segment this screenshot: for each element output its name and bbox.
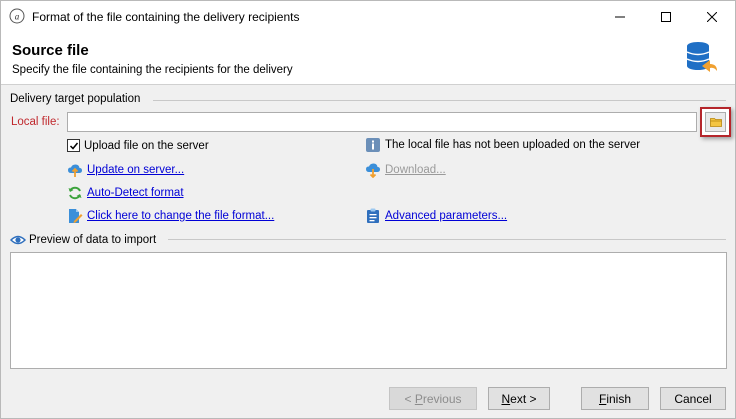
finish-button[interactable]: Finish	[581, 387, 649, 410]
eye-icon	[10, 235, 26, 245]
local-file-label: Local file:	[11, 116, 60, 128]
dialog-window: a Format of the file containing the deli…	[0, 0, 736, 419]
preview-group-label: Preview of data to import	[29, 234, 157, 246]
download-link: Download...	[385, 164, 446, 176]
checkmark-icon	[69, 142, 78, 150]
close-icon	[707, 11, 717, 22]
upload-status-message: The local file has not been uploaded on …	[385, 139, 641, 151]
previous-button: < Previous	[389, 387, 477, 410]
folder-icon	[709, 118, 722, 127]
advanced-row[interactable]: Advanced parameters...	[365, 208, 507, 224]
refresh-icon	[68, 186, 82, 200]
change-format-row[interactable]: Click here to change the file format...	[67, 208, 274, 224]
auto-detect-format-link[interactable]: Auto-Detect format	[87, 187, 184, 199]
title-bar: a Format of the file containing the deli…	[1, 1, 735, 32]
edit-document-icon	[69, 209, 83, 223]
finish-button-mnemonic: F	[598, 391, 607, 406]
wizard-header: Source file Specify the file containing …	[1, 32, 735, 85]
download-row: Download...	[365, 162, 446, 178]
info-icon	[366, 138, 380, 152]
upload-checkbox-row[interactable]: Upload file on the server	[67, 139, 209, 152]
maximize-icon	[661, 11, 671, 22]
cancel-button[interactable]: Cancel	[660, 387, 726, 410]
autodetect-row[interactable]: Auto-Detect format	[67, 185, 184, 201]
window-title: Format of the file containing the delive…	[32, 10, 300, 24]
next-button[interactable]: Next >	[488, 387, 550, 410]
maximize-button[interactable]	[643, 1, 689, 32]
next-button-mnemonic: N	[501, 391, 511, 406]
preview-area[interactable]	[10, 252, 727, 369]
minimize-button[interactable]	[597, 1, 643, 32]
target-group-divider	[153, 100, 726, 101]
page-title: Source file	[12, 42, 89, 59]
previous-button-mnemonic: P	[414, 391, 423, 406]
upload-checkbox-label: Upload file on the server	[84, 139, 209, 152]
next-button-rest: ext >	[510, 391, 537, 406]
svg-text:a: a	[15, 12, 20, 22]
finish-button-rest: inish	[606, 391, 632, 406]
advanced-parameters-link[interactable]: Advanced parameters...	[385, 210, 507, 222]
previous-button-prefix: <	[404, 391, 415, 406]
change-file-format-link[interactable]: Click here to change the file format...	[87, 210, 274, 222]
previous-button-rest: revious	[422, 391, 462, 406]
preview-group-divider	[168, 239, 726, 240]
update-row[interactable]: Update on server...	[67, 162, 184, 178]
cloud-upload-icon	[68, 164, 82, 177]
page-subtitle: Specify the file containing the recipien…	[12, 64, 293, 76]
update-on-server-link[interactable]: Update on server...	[87, 164, 184, 176]
browse-highlight	[700, 107, 731, 137]
minimize-icon	[615, 16, 625, 17]
upload-checkbox[interactable]	[67, 139, 80, 152]
target-group-label: Delivery target population	[10, 93, 141, 105]
close-button[interactable]	[689, 1, 735, 32]
app-logo-icon: a	[9, 8, 25, 24]
cloud-download-icon	[366, 163, 380, 178]
status-row: The local file has not been uploaded on …	[365, 137, 640, 153]
clipboard-list-icon	[367, 208, 379, 223]
local-file-input[interactable]	[67, 112, 697, 132]
database-undo-icon	[686, 42, 717, 72]
cancel-button-label: Cancel	[674, 391, 712, 406]
browse-button[interactable]	[705, 112, 726, 132]
preview-group-header: Preview of data to import	[10, 232, 156, 248]
